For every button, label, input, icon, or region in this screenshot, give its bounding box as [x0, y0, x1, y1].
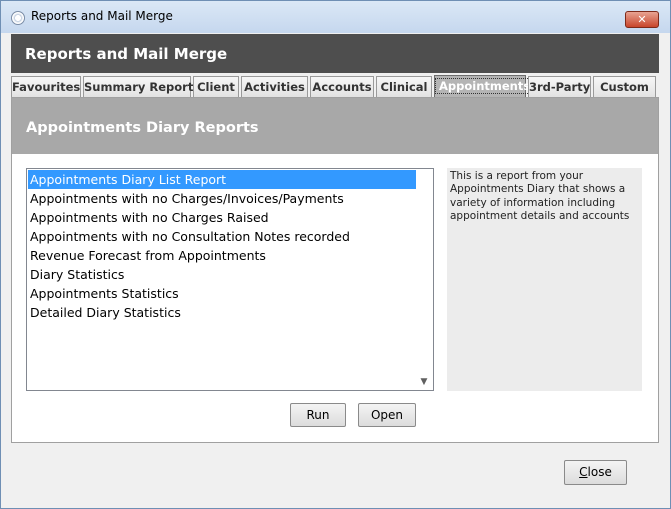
close-button[interactable]: Close: [564, 460, 627, 485]
tab-content-panel: Appointments Diary Reports Appointments …: [11, 97, 659, 443]
open-button[interactable]: Open: [358, 403, 416, 427]
run-button[interactable]: Run: [290, 403, 346, 427]
list-item[interactable]: Diary Statistics: [28, 265, 416, 284]
title-bar[interactable]: Reports and Mail Merge ✕: [1, 1, 670, 33]
header-bar: Reports and Mail Merge: [11, 34, 659, 73]
tab-favourites[interactable]: Favourites: [11, 76, 81, 97]
header-title: Reports and Mail Merge: [25, 45, 228, 63]
tab-accounts[interactable]: Accounts: [310, 76, 374, 97]
tab-clinical[interactable]: Clinical: [376, 76, 432, 97]
window-close-button[interactable]: ✕: [625, 11, 659, 28]
tab-3rd-party[interactable]: 3rd-Party: [528, 76, 591, 97]
tab-custom[interactable]: Custom: [593, 76, 656, 97]
list-item[interactable]: Detailed Diary Statistics: [28, 303, 416, 322]
footer: Close: [1, 443, 670, 508]
section-header: Appointments Diary Reports: [12, 98, 658, 154]
tab-strip: Favourites Summary Reports Client Activi…: [11, 75, 659, 97]
list-item[interactable]: Appointments with no Consultation Notes …: [28, 227, 416, 246]
list-item[interactable]: Appointments Statistics: [28, 284, 416, 303]
list-item[interactable]: Appointments with no Charges/Invoices/Pa…: [28, 189, 416, 208]
chevron-down-icon[interactable]: ▼: [419, 378, 429, 387]
list-item[interactable]: Appointments Diary List Report: [28, 170, 416, 189]
reports-window: Reports and Mail Merge ✕ Reports and Mai…: [0, 0, 671, 509]
window-title: Reports and Mail Merge: [31, 9, 173, 23]
report-description: This is a report from your Appointments …: [447, 168, 642, 391]
list-scrollbar[interactable]: ▼: [416, 170, 432, 389]
tab-client[interactable]: Client: [193, 76, 239, 97]
tab-appointments[interactable]: Appointments: [434, 75, 535, 97]
list-item[interactable]: Appointments with no Charges Raised: [28, 208, 416, 227]
tab-summary-reports[interactable]: Summary Reports: [83, 76, 200, 97]
list-item[interactable]: Revenue Forecast from Appointments: [28, 246, 416, 265]
section-title: Appointments Diary Reports: [26, 120, 259, 136]
app-icon: [11, 11, 25, 25]
tab-activities[interactable]: Activities: [241, 76, 308, 97]
report-list[interactable]: Appointments Diary List Report Appointme…: [26, 168, 434, 391]
